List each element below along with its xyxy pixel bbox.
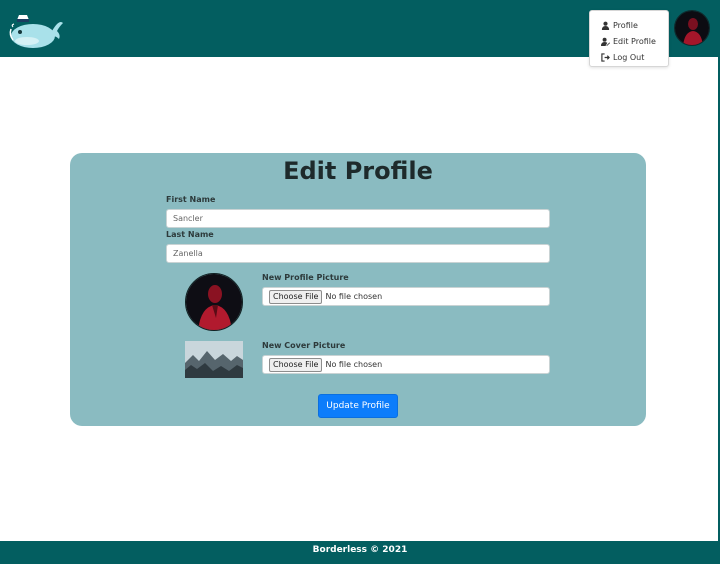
menu-item-edit-profile[interactable]: Edit Profile [601, 34, 656, 48]
first-name-label: First Name [166, 195, 216, 204]
profile-picture-file-input[interactable]: Choose File No file chosen [262, 287, 550, 306]
choose-file-button[interactable]: Choose File [269, 289, 323, 304]
profile-photo [186, 274, 242, 330]
last-name-label: Last Name [166, 230, 214, 239]
page-title: Edit Profile [283, 157, 433, 185]
footer-copyright: Borderless © 2021 [312, 545, 408, 555]
cover-picture-label: New Cover Picture [262, 341, 346, 350]
avatar-image [675, 11, 709, 45]
footer: Borderless © 2021 [0, 541, 720, 564]
menu-item-label: Edit Profile [613, 36, 656, 46]
profile-dropdown-menu: Profile Edit Profile Log Out [589, 10, 669, 67]
user-avatar-button[interactable] [674, 10, 710, 46]
cover-photo [185, 341, 243, 378]
menu-item-profile[interactable]: Profile [601, 18, 638, 32]
current-profile-picture [185, 273, 243, 331]
user-icon [601, 21, 610, 30]
choose-file-button[interactable]: Choose File [269, 357, 323, 372]
top-navbar: Profile Edit Profile Log Out [0, 0, 720, 67]
no-file-text: No file chosen [325, 292, 383, 301]
no-file-text: No file chosen [325, 360, 383, 369]
last-name-field[interactable] [166, 244, 550, 263]
menu-item-label: Log Out [613, 52, 645, 62]
sign-out-icon [601, 52, 610, 62]
first-name-field[interactable] [166, 209, 550, 228]
menu-item-log-out[interactable]: Log Out [601, 50, 644, 64]
profile-picture-label: New Profile Picture [262, 273, 349, 282]
current-cover-picture [185, 341, 243, 378]
cover-picture-file-input[interactable]: Choose File No file chosen [262, 355, 550, 374]
menu-item-label: Profile [613, 20, 638, 30]
whale-logo[interactable] [7, 5, 65, 51]
user-edit-icon [601, 37, 610, 46]
update-profile-button[interactable]: Update Profile [318, 394, 398, 418]
